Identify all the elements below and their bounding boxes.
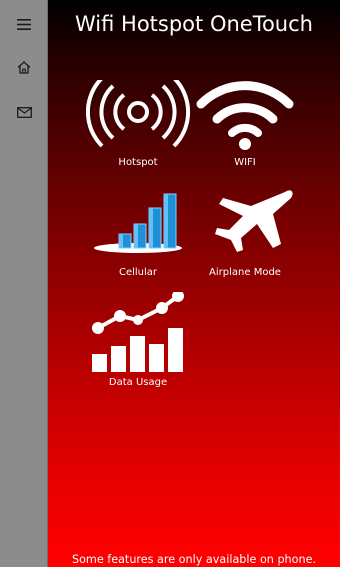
menu-button[interactable] [8,10,40,38]
airplane-icon [215,190,293,252]
tile-data-usage-label: Data Usage [108,377,168,388]
footer-note: Some features are only available on phon… [71,553,317,566]
tile-wifi-label: WIFI [234,157,256,168]
mail-icon [16,106,32,118]
tile-data-usage[interactable]: Data Usage [86,292,190,396]
tile-cellular-label: Cellular [118,267,158,278]
home-button[interactable] [8,53,40,81]
hamburger-menu-icon [17,18,31,30]
tile-airplane-mode[interactable]: Airplane Mode [193,190,297,294]
tile-wifi[interactable]: WIFI [193,80,297,184]
tile-airplane-mode-label: Airplane Mode [209,267,281,278]
data-usage-chart-icon [92,292,184,372]
cellular-bars-icon [94,193,182,253]
main-panel: Wifi Hotspot OneTouch Hotspot WIFI Cellu… [48,0,340,567]
tile-cellular[interactable]: Cellular [86,190,190,294]
tile-hotspot-label: Hotspot [118,157,158,168]
hotspot-broadcast-icon [86,80,190,148]
sidebar [0,0,48,567]
page-title: Wifi Hotspot OneTouch [75,12,313,36]
tile-hotspot[interactable]: Hotspot [86,80,190,184]
wifi-icon [196,81,294,150]
app-window: Wifi Hotspot OneTouch Hotspot WIFI Cellu… [0,0,340,567]
mail-button[interactable] [8,98,40,126]
home-icon [17,60,31,74]
